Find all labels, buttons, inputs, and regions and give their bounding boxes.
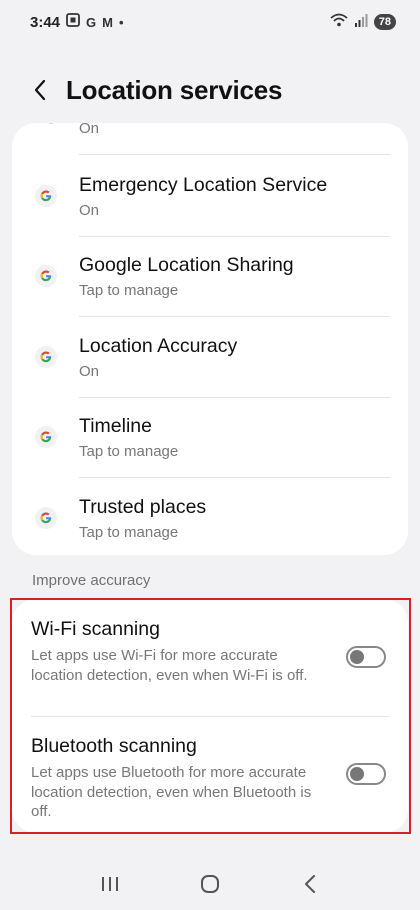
status-right: 78 (330, 13, 396, 31)
google-g-icon (34, 345, 58, 369)
wifi-scanning-row[interactable]: Wi-Fi scanning Let apps use Wi-Fi for mo… (12, 599, 408, 716)
list-item-partial[interactable]: On (12, 123, 408, 153)
list-item-subtitle: Tap to manage (79, 282, 179, 299)
list-item-trusted-places[interactable]: Trusted places Tap to manage (12, 478, 408, 555)
status-time: 3:44 (30, 13, 61, 31)
home-icon (201, 875, 219, 893)
list-item-google-location-sharing[interactable]: Google Location Sharing Tap to manage (12, 236, 408, 316)
recent-apps-icon (102, 877, 118, 891)
screenshot-icon (66, 13, 80, 31)
list-item-title: Google Location Sharing (79, 254, 294, 276)
navigation-bar (0, 858, 420, 910)
wifi-scanning-toggle[interactable] (346, 646, 386, 668)
bluetooth-scanning-title: Bluetooth scanning (31, 735, 197, 757)
google-icon (45, 123, 57, 131)
dot-icon: • (119, 14, 124, 30)
battery-indicator: 78 (373, 14, 396, 30)
improve-accuracy-card: Wi-Fi scanning Let apps use Wi-Fi for mo… (12, 599, 408, 833)
list-item-title: Trusted places (79, 496, 207, 518)
signal-icon (354, 13, 368, 31)
recent-apps-button[interactable] (85, 864, 135, 904)
chevron-left-icon (34, 79, 46, 101)
back-icon (305, 875, 315, 893)
toggle-knob (350, 767, 364, 781)
list-item-subtitle: On (79, 202, 100, 219)
list-item-subtitle: Tap to manage (79, 524, 179, 541)
google-g-icon (34, 425, 58, 449)
google-icon: G (86, 14, 97, 30)
toggle-knob (350, 650, 364, 664)
home-button[interactable] (185, 864, 235, 904)
wifi-scanning-title: Wi-Fi scanning (31, 618, 160, 640)
google-g-icon (34, 506, 58, 530)
list-item-title: Location Accuracy (79, 335, 238, 357)
bluetooth-scanning-toggle[interactable] (346, 763, 386, 785)
list-item-subtitle: Tap to manage (79, 443, 179, 460)
location-services-card: On Emergency Location Service On Google … (12, 123, 408, 555)
list-item-subtitle: On (79, 123, 100, 137)
google-g-icon (34, 184, 58, 208)
gmail-icon: M (102, 14, 113, 30)
bluetooth-scanning-description: Let apps use Bluetooth for more accurate… (31, 764, 312, 820)
page-title: Location services (66, 74, 283, 105)
status-left: 3:44 G M • (30, 13, 124, 31)
list-item-subtitle: On (79, 363, 100, 380)
divider (79, 154, 390, 155)
wifi-icon (330, 13, 348, 31)
header: Location services (0, 64, 420, 116)
status-bar: 3:44 G M • 78 (0, 0, 420, 44)
back-nav-button[interactable] (285, 864, 335, 904)
list-item-emergency-location-service[interactable]: Emergency Location Service On (12, 156, 408, 236)
wifi-scanning-description: Let apps use Wi-Fi for more accurate loc… (31, 647, 308, 684)
bluetooth-scanning-row[interactable]: Bluetooth scanning Let apps use Bluetoot… (12, 717, 408, 833)
list-item-title: Emergency Location Service (79, 174, 328, 196)
list-item-title: Timeline (79, 415, 152, 437)
google-g-icon (34, 264, 58, 288)
section-label-improve-accuracy: Improve accuracy (32, 572, 151, 589)
list-item-location-accuracy[interactable]: Location Accuracy On (12, 317, 408, 397)
list-item-timeline[interactable]: Timeline Tap to manage (12, 397, 408, 477)
back-button[interactable] (18, 68, 62, 112)
